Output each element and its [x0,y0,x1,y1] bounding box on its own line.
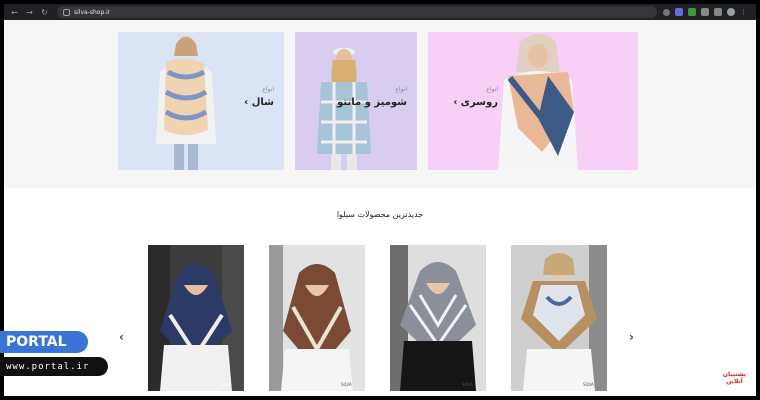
star-icon[interactable] [663,8,670,16]
banner-subtitle: انواع [486,86,498,93]
extension-icon[interactable] [688,8,696,16]
extension-icon[interactable] [701,8,709,16]
extensions-bar: ⋮ [663,8,747,16]
section-title: جدیدترین محصولات سیلوا [336,210,424,219]
product-image [148,245,244,391]
address-bar[interactable]: silva-shop.ir [57,6,657,18]
product-card[interactable]: SILVA [269,245,365,391]
banner-title-text: شال [251,97,274,108]
brand-watermark: SILVA [220,382,231,387]
reload-icon[interactable]: ↻ [40,8,49,17]
profile-avatar[interactable] [727,8,735,16]
category-banners: انواع شال › انواع شومیز و مانتو انواع رو… [4,20,756,188]
carousel-prev-button[interactable]: ‹ [119,330,124,344]
puzzle-icon[interactable] [714,8,722,16]
support-logo-line2: آنلاین [726,378,743,385]
banner-title[interactable]: شال › [244,97,274,108]
portal-watermark: PORTAL [0,331,88,353]
model-image [156,36,216,170]
nav-buttons: ← → ↻ [10,8,49,17]
browser-toolbar: ← → ↻ silva-shop.ir ⋮ [4,4,756,20]
product-card[interactable]: SILVA [390,245,486,391]
banner-shawl[interactable]: انواع شال › [118,32,284,170]
support-logo-line1: پشتیبان [722,371,746,378]
model-image [498,34,578,170]
product-card[interactable]: SILVA [148,245,244,391]
banner-label: انواع شال › [244,86,274,108]
browser-window: ← → ↻ silva-shop.ir ⋮ انواع شال › انواع … [4,4,756,396]
support-logo[interactable]: پشتیبان آنلاین [723,371,746,385]
banner-scarf[interactable]: انواع روسری › [428,32,638,170]
banner-shirt-manteau[interactable]: انواع شومیز و مانتو [295,32,417,170]
brand-watermark: SILVA [583,382,594,387]
product-image [390,245,486,391]
site-info-icon[interactable] [63,8,70,16]
banner-subtitle: انواع [395,86,407,93]
extension-icon[interactable] [675,8,683,16]
menu-icon[interactable]: ⋮ [740,8,747,16]
banner-subtitle: انواع [262,86,274,93]
product-image [269,245,365,391]
url-text[interactable]: silva-shop.ir [74,9,110,16]
forward-icon[interactable]: → [25,8,34,17]
banner-label: انواع روسری › [438,86,498,108]
brand-watermark: SILVA [462,382,473,387]
portal-url-watermark: www.portal.ir [0,357,108,376]
brand-watermark: SILVA [341,382,352,387]
product-card[interactable]: SILVA [511,245,607,391]
back-icon[interactable]: ← [10,8,19,17]
banner-title-text: روسری [460,97,498,108]
banner-label: انواع شومیز و مانتو [337,86,407,108]
banner-title[interactable]: روسری › [438,97,498,108]
banner-title[interactable]: شومیز و مانتو [337,97,407,108]
banner-title-text: شومیز و مانتو [337,97,407,108]
chevron-icon: › [244,97,249,108]
product-image [511,245,607,391]
chevron-icon: › [453,97,458,108]
carousel-next-button[interactable]: › [629,330,634,344]
